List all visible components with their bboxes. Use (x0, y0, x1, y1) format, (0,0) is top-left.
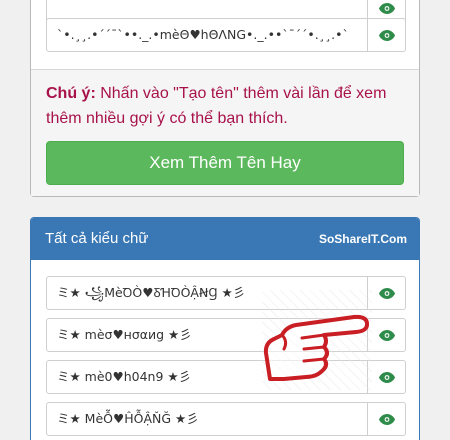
result-panel: `•.¸¸.•´´¯`••._.•mèΘ♥hΘΛΝG•._.••`¯´´•.¸¸… (30, 0, 420, 197)
name-result-row: `•.¸¸.•´´¯`••._.•mèΘ♥hΘΛΝG•._.••`¯´´•.¸¸… (46, 18, 406, 52)
pointing-hand-icon (263, 314, 370, 381)
note-prefix: Chú ý: (46, 85, 96, 102)
more-names-button[interactable]: Xem Thêm Tên Hay (46, 141, 404, 185)
eye-icon[interactable] (367, 403, 405, 435)
eye-icon[interactable] (367, 319, 405, 351)
style-text[interactable]: ミ★ MèỖ♥ĤỖẬŇĞ ★彡 (47, 403, 367, 435)
panel-title: Tất cả kiểu chữ (45, 230, 149, 247)
eye-icon[interactable] (367, 277, 405, 309)
panel-header: Tất cả kiểu chữ SoShareIT.Com (31, 218, 419, 260)
note-body: Nhấn vào "Tạo tên" thêm vài lần để xem t… (46, 85, 387, 127)
eye-icon[interactable] (367, 361, 405, 393)
style-row: ミ★ MèỖ♥ĤỖẬŇĞ ★彡 (46, 402, 406, 436)
name-result-text[interactable]: `•.¸¸.•´´¯`••._.•mèΘ♥hΘΛΝG•._.••`¯´´•.¸¸… (47, 19, 367, 51)
note-text: Chú ý: Nhấn vào "Tạo tên" thêm vài lần đ… (46, 81, 411, 131)
brand-label: SoShareIT.Com (318, 232, 407, 246)
eye-icon[interactable] (367, 19, 405, 51)
